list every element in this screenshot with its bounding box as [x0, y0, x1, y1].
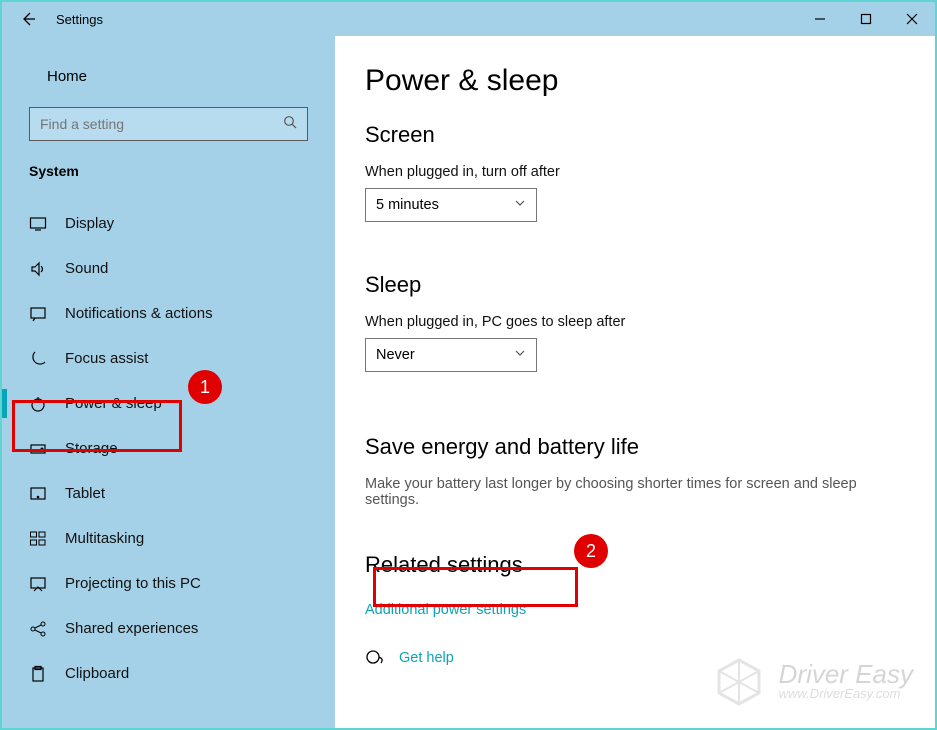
related-heading: Related settings [365, 552, 905, 578]
sidebar-item-label: Shared experiences [65, 620, 198, 637]
watermark: Driver Easy www.DriverEasy.com [713, 656, 913, 708]
shared-icon [29, 620, 47, 638]
watermark-logo-icon [713, 656, 765, 708]
window-title: Settings [56, 12, 103, 27]
sound-icon [29, 260, 47, 278]
titlebar: Settings [2, 2, 935, 36]
display-icon [29, 215, 47, 233]
sidebar-nav: Display Sound Notifications & actions Fo… [2, 201, 335, 696]
sleep-label: When plugged in, PC goes to sleep after [365, 314, 905, 330]
sidebar-item-label: Multitasking [65, 530, 144, 547]
storage-icon [29, 440, 47, 458]
energy-subtext: Make your battery last longer by choosin… [365, 476, 905, 508]
search-field[interactable] [40, 116, 240, 132]
tablet-icon [29, 485, 47, 503]
sidebar-item-label: Power & sleep [65, 395, 162, 412]
projecting-icon [29, 575, 47, 593]
screen-label: When plugged in, turn off after [365, 164, 905, 180]
screen-heading: Screen [365, 122, 905, 148]
sidebar-item-label: Notifications & actions [65, 305, 213, 322]
sidebar-item-tablet[interactable]: Tablet [2, 471, 335, 516]
watermark-brand: Driver Easy [779, 663, 913, 686]
sidebar-item-sound[interactable]: Sound [2, 246, 335, 291]
sidebar-home[interactable]: Home [2, 64, 335, 89]
sidebar-item-label: Tablet [65, 485, 105, 502]
power-icon [29, 395, 47, 413]
sidebar-item-label: Display [65, 215, 114, 232]
sidebar-item-multitasking[interactable]: Multitasking [2, 516, 335, 561]
energy-heading: Save energy and battery life [365, 434, 905, 460]
chevron-down-icon [514, 197, 526, 213]
close-button[interactable] [889, 2, 935, 36]
get-help-link[interactable]: Get help [399, 650, 454, 666]
search-icon [283, 115, 297, 134]
sidebar-section-label: System [2, 163, 335, 179]
sidebar-item-label: Storage [65, 440, 118, 457]
watermark-url: www.DriverEasy.com [779, 686, 913, 701]
annotation-badge-1: 1 [188, 370, 222, 404]
search-input[interactable] [29, 107, 308, 141]
content-pane: Power & sleep Screen When plugged in, tu… [335, 36, 935, 728]
sidebar-item-display[interactable]: Display [2, 201, 335, 246]
maximize-button[interactable] [843, 2, 889, 36]
sidebar-item-projecting[interactable]: Projecting to this PC [2, 561, 335, 606]
sidebar-item-storage[interactable]: Storage [2, 426, 335, 471]
notifications-icon [29, 305, 47, 323]
minimize-button[interactable] [797, 2, 843, 36]
sleep-heading: Sleep [365, 272, 905, 298]
sidebar-item-focus[interactable]: Focus assist [2, 336, 335, 381]
help-icon [365, 648, 385, 668]
chevron-down-icon [514, 347, 526, 363]
multitasking-icon [29, 530, 47, 548]
sidebar-item-label: Projecting to this PC [65, 575, 201, 592]
back-button[interactable] [20, 11, 36, 27]
additional-power-settings-link[interactable]: Additional power settings [365, 602, 905, 618]
dropdown-value: Never [376, 347, 415, 363]
sleep-timeout-dropdown[interactable]: Never [365, 338, 537, 372]
annotation-badge-2: 2 [574, 534, 608, 568]
sidebar-item-label: Sound [65, 260, 108, 277]
home-label: Home [47, 68, 87, 85]
sidebar-item-power-sleep[interactable]: Power & sleep [2, 381, 335, 426]
sidebar-item-shared[interactable]: Shared experiences [2, 606, 335, 651]
screen-timeout-dropdown[interactable]: 5 minutes [365, 188, 537, 222]
focus-icon [29, 350, 47, 368]
sidebar-item-label: Clipboard [65, 665, 129, 682]
dropdown-value: 5 minutes [376, 197, 439, 213]
sidebar: Home System Display Sound Notifications [2, 36, 335, 728]
clipboard-icon [29, 665, 47, 683]
sidebar-item-label: Focus assist [65, 350, 148, 367]
page-title: Power & sleep [365, 64, 905, 98]
sidebar-item-notifications[interactable]: Notifications & actions [2, 291, 335, 336]
sidebar-item-clipboard[interactable]: Clipboard [2, 651, 335, 696]
